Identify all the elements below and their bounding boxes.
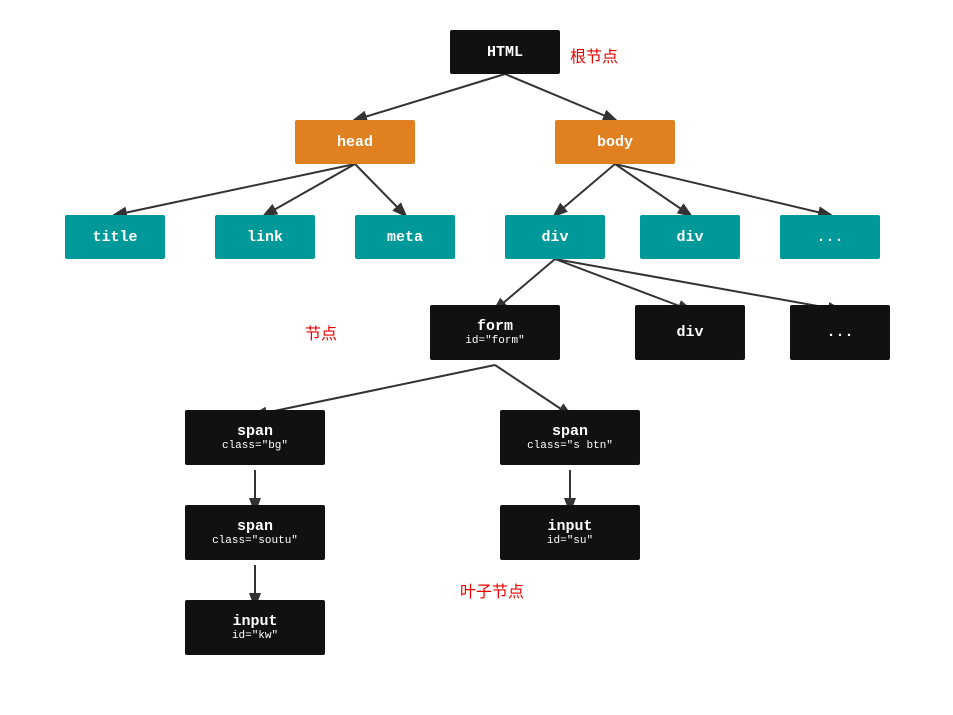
node-body: body (555, 120, 675, 164)
node-ellipsis2: ... (790, 305, 890, 360)
node-ellipsis1: ... (780, 215, 880, 259)
node-div1: div (505, 215, 605, 259)
node-link: link (215, 215, 315, 259)
node-input1: input id="kw" (185, 600, 325, 655)
root-node-label: 根节点 (570, 43, 618, 67)
node-head: head (295, 120, 415, 164)
leaf-node-label: 叶子节点 (460, 578, 524, 602)
node-div3: div (635, 305, 745, 360)
node-input2: input id="su" (500, 505, 640, 560)
node-label: 节点 (305, 320, 337, 344)
node-span2: span class="s btn" (500, 410, 640, 465)
node-meta: meta (355, 215, 455, 259)
node-html: HTML (450, 30, 560, 74)
node-span3: span class="soutu" (185, 505, 325, 560)
node-form: form id="form" (430, 305, 560, 360)
diagram: HTML head body title link meta div div .… (0, 0, 953, 715)
node-span1: span class="bg" (185, 410, 325, 465)
node-title: title (65, 215, 165, 259)
node-div2: div (640, 215, 740, 259)
